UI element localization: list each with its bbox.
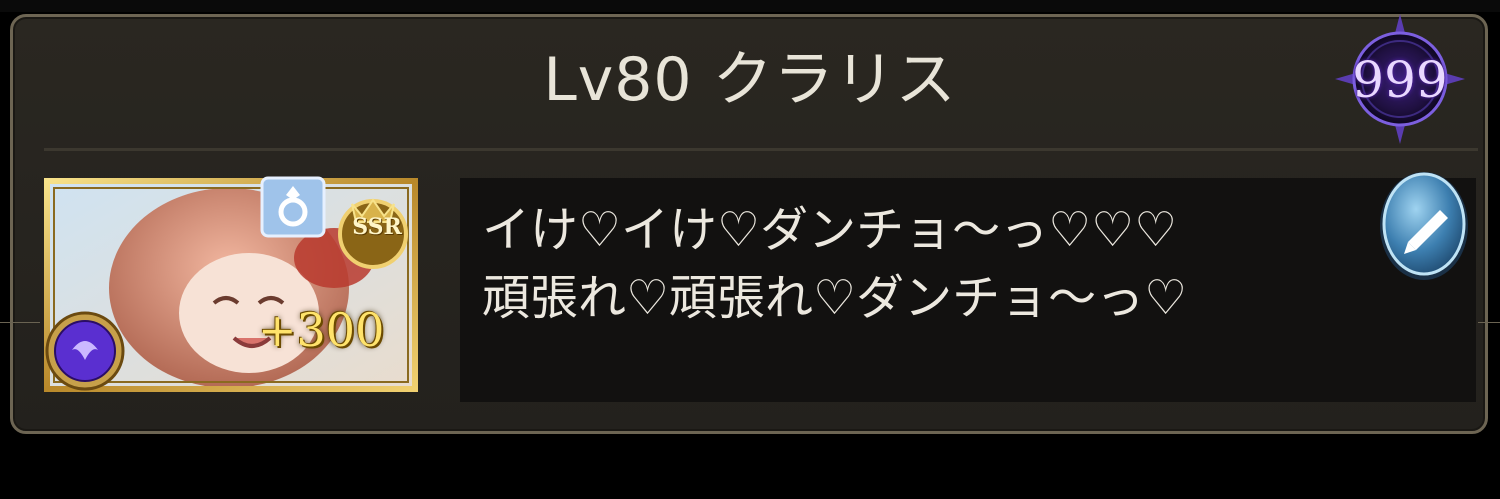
- rarity-label: SSR: [352, 214, 402, 240]
- dark-element-icon: [45, 311, 125, 391]
- character-title: Lv80 クラリス: [543, 45, 957, 115]
- edit-comment-button[interactable]: [1378, 170, 1470, 282]
- ring-icon: [260, 176, 326, 238]
- right-guide-line: [1478, 322, 1500, 323]
- comment-line-1: イけ♡イけ♡ダンチョ〜っ♡♡♡: [482, 202, 1178, 258]
- top-strip: [0, 0, 1500, 12]
- plus-value: +300: [258, 303, 385, 357]
- header-divider: [44, 148, 1478, 151]
- left-guide-line: [0, 322, 40, 323]
- bottom-strip: [0, 452, 1500, 499]
- badge-count: 999: [1352, 51, 1448, 109]
- comment-line-2: 頑張れ♡頑張れ♡ダンチョ〜っ♡: [482, 270, 1188, 326]
